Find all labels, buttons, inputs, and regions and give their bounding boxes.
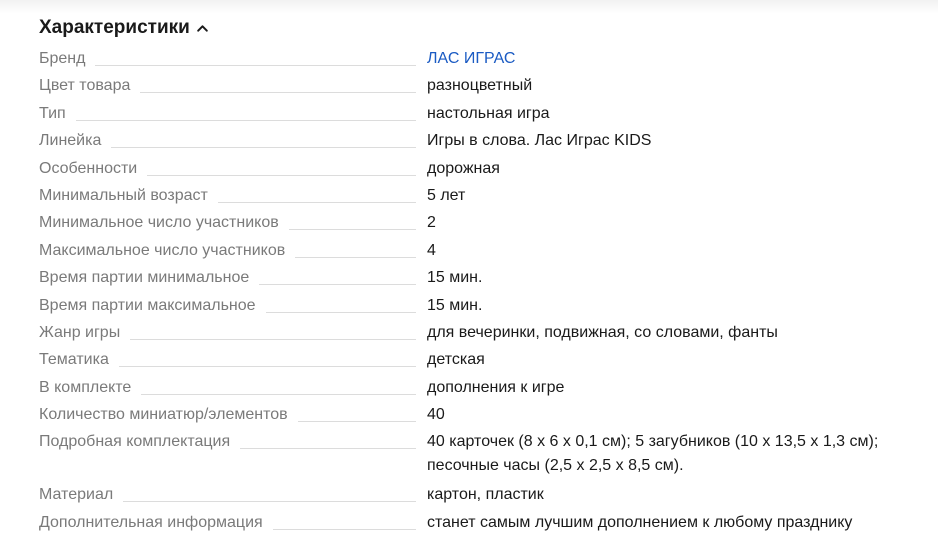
spec-value: 40 [427, 406, 445, 424]
spec-label: Минимальный возраст [39, 186, 208, 204]
spec-label: Тип [39, 104, 66, 122]
spec-row-color: Цвет товара разноцветный [39, 74, 929, 101]
spec-value: станет самым лучшим дополнением к любому… [427, 513, 853, 531]
spec-label: Цвет товара [39, 77, 131, 95]
brand-link[interactable]: ЛАС ИГРАС [416, 47, 929, 71]
leader-line [265, 294, 416, 313]
leader-line [297, 403, 416, 423]
spec-label: Время партии минимальное [39, 269, 250, 287]
spec-value: 2 [427, 214, 436, 232]
leader-line [130, 321, 416, 340]
spec-value: 4 [427, 241, 436, 259]
specs-list: Бренд ЛАС ИГРАС Цвет товара разноцветный… [39, 47, 929, 538]
spec-label: Бренд [39, 50, 86, 67]
spec-label: Дополнительная информация [39, 513, 263, 531]
spec-value: 15 мин. [427, 296, 483, 314]
spec-value: для вечеринки, подвижная, со словами, фа… [427, 323, 778, 341]
spec-value: дорожная [427, 159, 500, 177]
spec-row-max-time: Время партии максимальное 15 мин. [39, 294, 929, 321]
spec-label: Максимальное число участников [39, 241, 286, 259]
spec-value: детская [427, 351, 485, 369]
leader-line [295, 239, 416, 258]
spec-value: Игры в слова. Лас Играс KIDS [427, 132, 652, 150]
spec-value: разноцветный [427, 77, 533, 95]
spec-label: Жанр игры [39, 323, 121, 341]
chevron-up-icon [197, 24, 208, 32]
spec-row-theme: Тематика детская [39, 348, 929, 375]
leader-line [140, 74, 416, 94]
spec-label: Количество миниатюр/элементов [39, 406, 288, 424]
section-title: Характеристики [39, 17, 190, 38]
spec-label: Материал [39, 486, 114, 504]
leader-line [95, 47, 416, 66]
leader-line [141, 376, 416, 395]
spec-row-features: Особенности дорожная [39, 157, 929, 184]
leader-line [240, 430, 416, 450]
spec-label: Тематика [39, 351, 109, 369]
leader-line [259, 266, 416, 286]
spec-value: дополнения к игре [427, 378, 565, 396]
leader-line [111, 129, 416, 149]
leader-line [217, 184, 416, 203]
leader-line [123, 483, 416, 503]
leader-line [272, 511, 416, 530]
spec-row-material: Материал картон, пластик [39, 483, 929, 510]
spec-value: 15 мин. [427, 269, 483, 287]
leader-line [75, 102, 416, 121]
spec-row-type: Тип настольная игра [39, 102, 929, 129]
leader-line [288, 211, 416, 231]
spec-label: Особенности [39, 159, 138, 177]
leader-line [147, 157, 416, 176]
spec-row-includes: В комплекте дополнения к игре [39, 376, 929, 403]
spec-row-line: Линейка Игры в слова. Лас Играс KIDS [39, 129, 929, 156]
spec-label: В комплекте [39, 378, 132, 396]
spec-row-min-time: Время партии минимальное 15 мин. [39, 266, 929, 293]
spec-row-max-players: Максимальное число участников 4 [39, 239, 929, 266]
spec-label: Подробная комплектация [39, 433, 231, 451]
spec-value: картон, пластик [427, 486, 544, 504]
top-shadow [0, 0, 938, 14]
spec-label: Время партии максимальное [39, 296, 256, 314]
spec-value: 40 карточек (8 х 6 х 0,1 см); 5 загубник… [427, 433, 879, 475]
specs-section-toggle[interactable]: Характеристики [39, 15, 209, 41]
spec-value: 5 лет [427, 186, 466, 204]
spec-row-extra-info: Дополнительная информация станет самым л… [39, 511, 929, 538]
spec-row-contents: Подробная комплектация 40 карточек (8 х … [39, 430, 929, 483]
spec-row-min-age: Минимальный возраст 5 лет [39, 184, 929, 211]
leader-line [118, 348, 416, 368]
spec-label: Линейка [39, 132, 102, 150]
spec-value: настольная игра [427, 104, 550, 122]
spec-row-brand: Бренд ЛАС ИГРАС [39, 47, 929, 74]
spec-row-min-players: Минимальное число участников 2 [39, 211, 929, 238]
spec-row-pieces: Количество миниатюр/элементов 40 [39, 403, 929, 430]
spec-row-genre: Жанр игры для вечеринки, подвижная, со с… [39, 321, 929, 348]
spec-label: Минимальное число участников [39, 214, 279, 232]
